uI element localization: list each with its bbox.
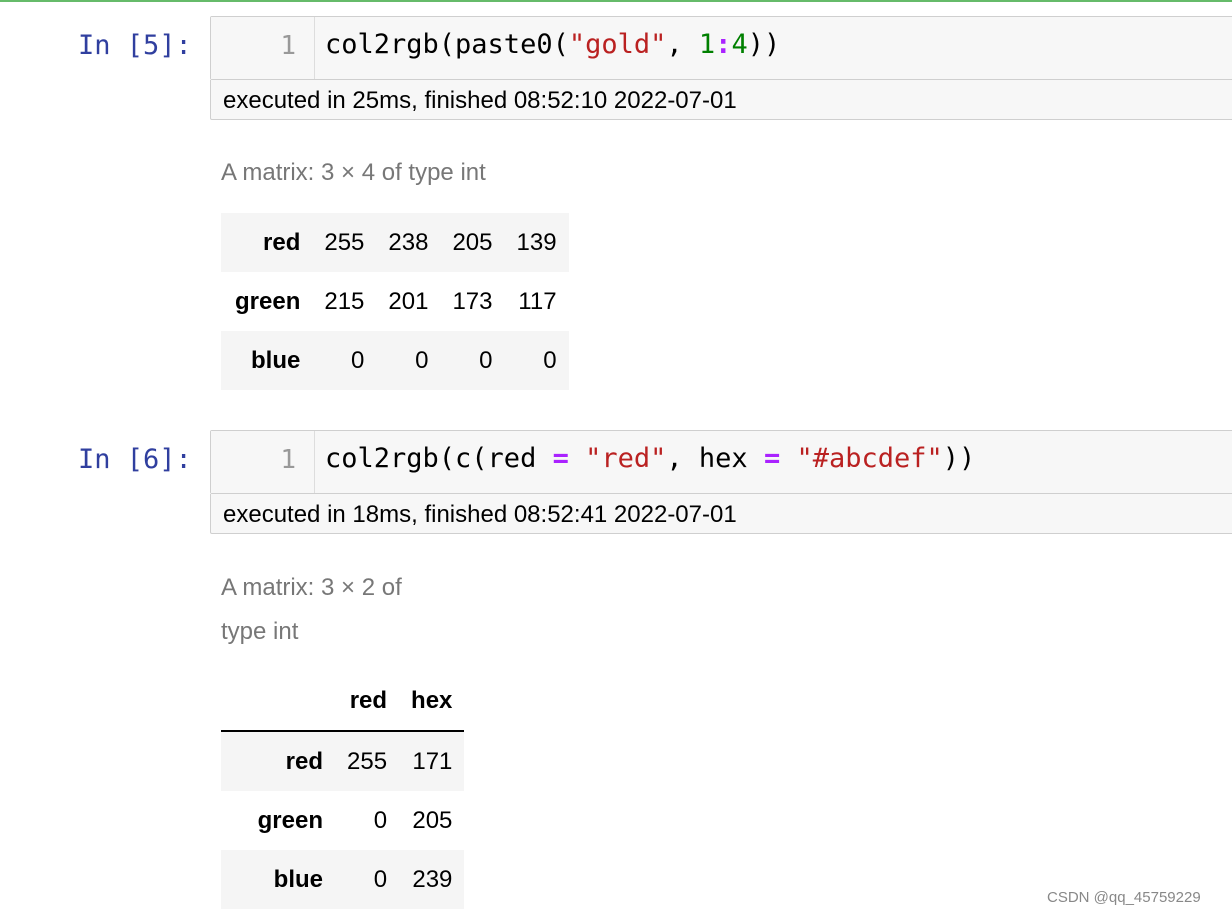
table-cell: 0 bbox=[335, 850, 400, 909]
watermark: CSDN @qq_45759229 bbox=[1047, 889, 1201, 906]
row-header: green bbox=[257, 806, 323, 834]
table-cell: 205 bbox=[440, 213, 505, 272]
notebook-page: In [5]: 1 col2rgb(paste0("gold", 1:4)) e… bbox=[0, 0, 1232, 918]
table-cell: 238 bbox=[376, 213, 441, 272]
code-token-str: "red" bbox=[585, 443, 667, 474]
row-header: green bbox=[235, 287, 301, 315]
cell-5-output-caption: A matrix: 3 × 4 of type int bbox=[221, 151, 486, 195]
table-row: green 0 205 bbox=[221, 791, 464, 850]
table-cell: 0 bbox=[312, 331, 377, 390]
table-cell: 139 bbox=[504, 213, 569, 272]
cell-6-output-matrix: red hex red 255 171 green 0 205 blue 0 239 bbox=[221, 672, 465, 909]
cell-6-output-caption: A matrix: 3 × 2 of type int bbox=[221, 566, 402, 654]
table-row: red 255 238 205 139 bbox=[221, 213, 569, 272]
cell-5-gutter: 1 bbox=[211, 17, 315, 79]
cell-6-gutter: 1 bbox=[211, 431, 315, 493]
table-row: blue 0 0 0 0 bbox=[221, 331, 569, 390]
row-header: blue bbox=[221, 850, 335, 909]
table-row: blue 0 239 bbox=[221, 850, 465, 909]
table-cell: 205 bbox=[412, 806, 453, 834]
corner-header bbox=[221, 672, 335, 732]
table-cell: 0 bbox=[504, 331, 569, 390]
table-row: red 255 171 bbox=[221, 731, 465, 791]
table-cell: 117 bbox=[518, 287, 557, 315]
code-token-op: = bbox=[552, 443, 569, 474]
cell-6-prompt: In [6]: bbox=[78, 444, 192, 475]
table-cell: 173 bbox=[452, 287, 493, 315]
selected-cell-indicator bbox=[0, 0, 1232, 2]
table-cell: 171 bbox=[399, 731, 465, 791]
code-token-plain: col2rgb(c(red bbox=[325, 443, 553, 474]
row-header: blue bbox=[221, 331, 313, 390]
code-token-plain: )) bbox=[747, 29, 781, 60]
code-token-str: "gold" bbox=[568, 29, 667, 60]
code-token-plain: )) bbox=[942, 443, 976, 474]
caption-line: A matrix: 3 × 2 of bbox=[221, 574, 402, 601]
table-cell: 215 bbox=[324, 287, 365, 315]
row-header: red bbox=[221, 213, 313, 272]
table-cell: 255 bbox=[312, 213, 377, 272]
table-cell: 0 bbox=[440, 331, 505, 390]
table-row: green 215 201 173 117 bbox=[221, 272, 569, 331]
code-token-op: = bbox=[763, 443, 781, 474]
code-token-plain: col2rgb(paste0( bbox=[325, 29, 569, 60]
table-header-row: red hex bbox=[221, 672, 465, 732]
code-token-str: "#abcdef" bbox=[796, 443, 943, 474]
cell-6-input[interactable]: 1 col2rgb(c(red = "red", hex = "#abcdef"… bbox=[210, 430, 1232, 494]
code-token-num: 4 bbox=[731, 29, 748, 60]
execution-time-text: executed in 18ms, finished 08:52:41 2022… bbox=[223, 501, 737, 528]
line-number: 1 bbox=[280, 31, 296, 61]
cell-5-prompt: In [5]: bbox=[78, 30, 192, 61]
caption-line: type int bbox=[221, 618, 299, 645]
cell-5-output-matrix: red 255 238 205 139 green 215 201 173 117 blue 0 0 0 0 bbox=[221, 213, 569, 390]
code-token-plain: , bbox=[666, 29, 699, 60]
code-token-num: 1 bbox=[698, 29, 716, 60]
cell-6-code[interactable]: col2rgb(c(red = "red", hex = "#abcdef")) bbox=[325, 443, 975, 474]
caption-line: A matrix: 3 × 4 of type int bbox=[221, 159, 486, 186]
cell-5-input[interactable]: 1 col2rgb(paste0("gold", 1:4)) bbox=[210, 16, 1232, 80]
table-cell: 201 bbox=[388, 287, 429, 315]
code-token-plain: , hex bbox=[666, 443, 764, 474]
table-cell: 0 bbox=[376, 331, 441, 390]
execution-time-text: executed in 25ms, finished 08:52:10 2022… bbox=[223, 87, 737, 114]
code-token-op: : bbox=[715, 29, 732, 60]
cell-5-execution-info: executed in 25ms, finished 08:52:10 2022… bbox=[210, 80, 1232, 120]
row-header: red bbox=[221, 731, 335, 791]
cell-5-code[interactable]: col2rgb(paste0("gold", 1:4)) bbox=[325, 29, 780, 60]
table-cell: 239 bbox=[399, 850, 465, 909]
table-cell: 255 bbox=[335, 731, 400, 791]
table-cell: 0 bbox=[373, 806, 388, 834]
line-number: 1 bbox=[280, 445, 296, 475]
cell-6-execution-info: executed in 18ms, finished 08:52:41 2022… bbox=[210, 494, 1232, 534]
column-header: hex bbox=[399, 672, 465, 732]
column-header: red bbox=[335, 672, 400, 732]
